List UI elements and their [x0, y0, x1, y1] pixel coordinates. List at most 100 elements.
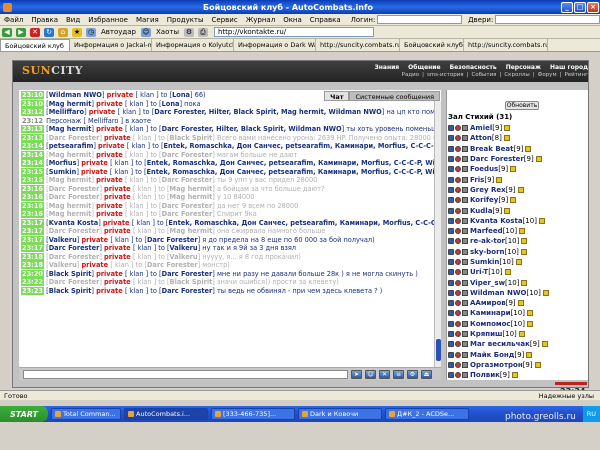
message-recipient[interactable]: Entek, Romaschka, Дон Санчес, petsearafi…: [147, 168, 441, 176]
user-row[interactable]: Оргазмотрон [9]: [448, 360, 586, 370]
site-logo[interactable]: SUNCITY: [22, 64, 83, 77]
private-icon[interactable]: [448, 135, 454, 142]
tools-icon[interactable]: ⚙: [183, 27, 194, 37]
user-row[interactable]: Компомос [10]: [448, 319, 586, 329]
subnav-scrolls[interactable]: Скроллы: [504, 72, 529, 80]
task-acdsee[interactable]: Д#К_2 - ACDSe...: [385, 408, 469, 420]
message-author[interactable]: Mag hermit: [49, 151, 92, 159]
info-icon[interactable]: [504, 207, 511, 214]
user-row[interactable]: re-ak-tor [10]: [448, 236, 586, 246]
info-icon[interactable]: [521, 238, 528, 245]
user-row[interactable]: Майк Бонд [9]: [448, 350, 586, 360]
user-name[interactable]: Kvanta Kosta: [470, 217, 523, 225]
user-row[interactable]: Uri-T [10]: [448, 267, 586, 277]
message-author[interactable]: Sumkin: [49, 168, 77, 176]
message-recipient[interactable]: Darc Forester: [162, 176, 213, 184]
info-icon[interactable]: [525, 145, 532, 152]
private-icon[interactable]: [448, 269, 454, 276]
message-author[interactable]: Darc Forester: [49, 278, 100, 286]
user-name[interactable]: Компомос: [470, 320, 511, 328]
task-dark[interactable]: Dark и Ковочи: [298, 408, 382, 420]
menu-windows[interactable]: Окна: [279, 16, 306, 24]
settings-icon[interactable]: ⚙: [407, 369, 418, 379]
message-recipient[interactable]: Lona: [162, 100, 180, 108]
user-name[interactable]: Amiel: [470, 124, 492, 132]
message-recipient[interactable]: Darc Forester: [162, 287, 213, 295]
task-total-commander[interactable]: Total Comman...: [51, 408, 121, 420]
user-name[interactable]: Wildman NWO: [470, 289, 527, 297]
message-author[interactable]: Black Spirit: [49, 287, 92, 295]
user-row[interactable]: Grey Rex [9]: [448, 185, 586, 195]
info-icon[interactable]: [504, 269, 511, 276]
private-icon[interactable]: [448, 310, 454, 317]
subnav-sms[interactable]: sms-история: [427, 72, 464, 80]
message-author[interactable]: Darc Forester: [49, 253, 100, 261]
user-row[interactable]: Sumkin [10]: [448, 257, 586, 267]
user-row[interactable]: Marfeed [10]: [448, 226, 586, 236]
message-time[interactable]: 23:17: [21, 218, 44, 227]
info-icon[interactable]: [511, 372, 518, 378]
message-recipient[interactable]: Lona: [172, 91, 190, 99]
message-recipient[interactable]: Darc Forester: [162, 270, 213, 278]
message-time[interactable]: 23:15: [21, 176, 44, 184]
menu-journal[interactable]: Журнал: [242, 16, 279, 24]
message-recipient[interactable]: Mag hermit: [170, 193, 213, 201]
message-time[interactable]: 23:18: [21, 261, 44, 269]
user-name[interactable]: Marfeed: [470, 227, 503, 235]
message-time[interactable]: 23:10: [21, 91, 44, 99]
info-icon[interactable]: [526, 351, 533, 358]
user-name[interactable]: Маг весильчак: [470, 340, 530, 348]
print-icon[interactable]: ⎙: [197, 27, 208, 37]
message-time[interactable]: 23:14: [21, 150, 44, 159]
chat-scrollbar[interactable]: [434, 101, 441, 367]
user-row[interactable]: Korifey [9]: [448, 195, 586, 205]
close-button[interactable]: ×: [587, 1, 599, 13]
user-name[interactable]: Viper_sw: [470, 279, 505, 287]
info-icon[interactable]: [518, 331, 525, 338]
user-row[interactable]: Wildman NWO [10]: [448, 288, 586, 298]
menu-file[interactable]: Файл: [0, 16, 27, 24]
user-row[interactable]: Kudla [9]: [448, 205, 586, 215]
nav-our-city[interactable]: Наш город: [550, 64, 588, 72]
message-recipient[interactable]: Darc Forester: [162, 151, 213, 159]
user-row[interactable]: Foedus [9]: [448, 164, 586, 174]
info-icon[interactable]: [521, 279, 528, 286]
user-name[interactable]: Fris: [470, 176, 484, 184]
clear-icon[interactable]: ✕: [379, 369, 390, 379]
exit-icon[interactable]: ⏏: [421, 369, 432, 379]
smile-icon[interactable]: ☺: [365, 369, 376, 379]
user-row[interactable]: Viper_sw [10]: [448, 277, 586, 287]
message-time[interactable]: 23:17: [21, 244, 44, 252]
message-recipient[interactable]: Darc Forester, Hilter, Black Spirit, Mag…: [154, 108, 382, 116]
message-author[interactable]: Wildman NWO: [49, 91, 102, 99]
scrollbar-thumb[interactable]: [436, 339, 441, 361]
message-time[interactable]: 23:16: [21, 193, 44, 201]
message-time[interactable]: 23:15: [21, 167, 44, 176]
info-icon[interactable]: [515, 259, 522, 265]
info-icon[interactable]: [526, 320, 533, 327]
message-author[interactable]: Darc Forester: [49, 244, 100, 252]
menu-help[interactable]: Справка: [306, 16, 345, 24]
message-time[interactable]: 23:23: [21, 286, 44, 295]
message-author[interactable]: Darc Forester: [49, 227, 100, 235]
message-time[interactable]: 23:14: [21, 142, 44, 150]
user-name[interactable]: Sumkin: [470, 258, 499, 266]
info-icon[interactable]: [503, 135, 510, 142]
doors-input[interactable]: [495, 15, 600, 24]
message-time[interactable]: 23:10: [21, 99, 44, 108]
message-author[interactable]: Kvanta Kosta: [49, 219, 99, 227]
message-time[interactable]: 23:17: [21, 235, 44, 244]
chat-input[interactable]: [23, 369, 348, 379]
private-icon[interactable]: [448, 341, 454, 348]
private-icon[interactable]: [448, 248, 454, 255]
message-recipient[interactable]: Darc Forester, Hilter, Black Spirit, Wil…: [162, 125, 342, 133]
contacts-button[interactable]: Хаоты: [156, 28, 179, 36]
message-recipient[interactable]: Black Spirit: [170, 278, 213, 286]
tab-combats-2[interactable]: Бойцовский клуб: [400, 39, 464, 51]
message-author[interactable]: Mag hermit: [49, 202, 92, 210]
private-icon[interactable]: [448, 320, 454, 327]
tab-suncity-1[interactable]: http://suncity.combats.ru/zay...: [316, 39, 400, 51]
message-author[interactable]: Mag hermit: [49, 210, 92, 218]
user-name[interactable]: sky-born: [470, 248, 505, 256]
user-name[interactable]: Кряпиш: [470, 330, 502, 338]
